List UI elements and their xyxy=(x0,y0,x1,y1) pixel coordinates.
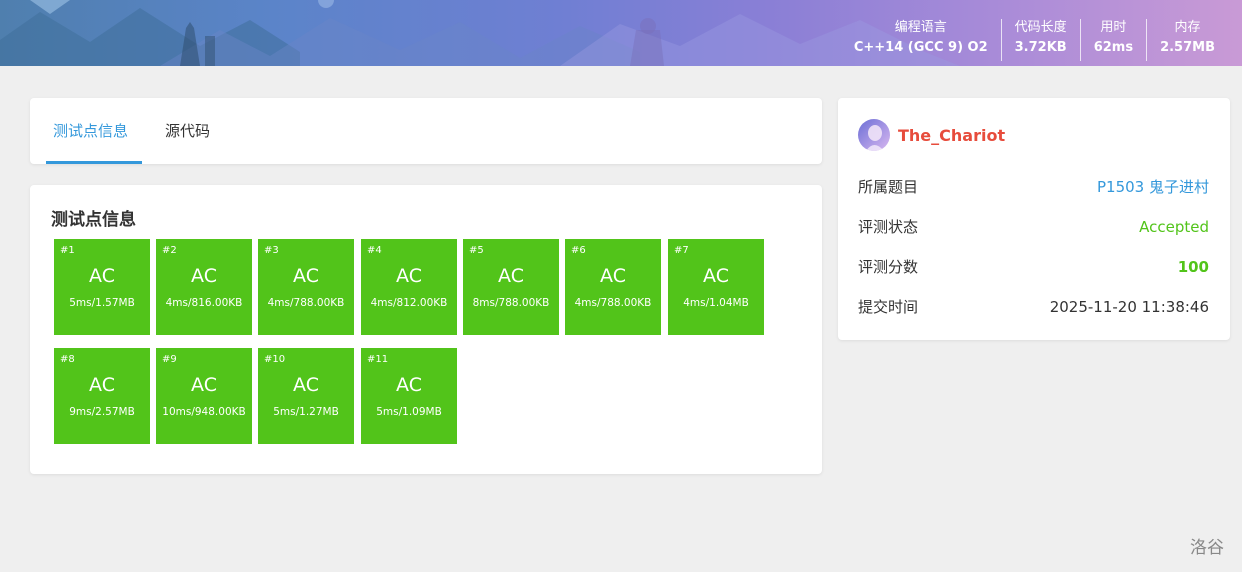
stat-time: 用时 62ms xyxy=(1079,19,1146,61)
brand-logo-text: 洛谷 xyxy=(1190,538,1224,558)
test-case-result: 5ms/1.09MB xyxy=(376,406,442,418)
stat-label: 用时 xyxy=(1100,20,1127,35)
test-case-tile[interactable]: #9 AC 10ms/948.00KB xyxy=(156,348,252,444)
test-case-index: #2 xyxy=(162,245,177,256)
info-key: 所属题目 xyxy=(858,178,919,196)
test-case-status: AC xyxy=(293,374,319,396)
submit-time-value: 2025-11-20 11:38:46 xyxy=(1049,298,1209,316)
info-key: 评测状态 xyxy=(858,218,919,236)
score-value: 100 xyxy=(1177,258,1209,276)
test-case-result: 10ms/948.00KB xyxy=(162,406,246,418)
test-case-index: #3 xyxy=(264,245,279,256)
test-case-index: #7 xyxy=(674,245,689,256)
avatar-image xyxy=(858,119,890,151)
username-link[interactable]: The_Chariot xyxy=(898,126,1005,145)
test-case-result: 5ms/1.27MB xyxy=(273,406,339,418)
stat-label: 内存 xyxy=(1174,20,1201,35)
test-case-tile[interactable]: #5 AC 8ms/788.00KB xyxy=(463,239,559,335)
test-case-status: AC xyxy=(89,265,115,287)
test-case-result: 4ms/1.04MB xyxy=(683,297,749,309)
test-case-tile[interactable]: #10 AC 5ms/1.27MB xyxy=(258,348,354,444)
info-row-submit-time: 提交时间 2025-11-20 11:38:46 xyxy=(858,295,1209,319)
test-case-result: 5ms/1.57MB xyxy=(69,297,135,309)
test-case-index: #8 xyxy=(60,354,75,365)
info-row-score: 评测分数 100 xyxy=(858,255,1209,279)
test-case-index: #11 xyxy=(367,354,389,365)
test-case-index: #9 xyxy=(162,354,177,365)
stat-label: 代码长度 xyxy=(1014,20,1067,35)
test-case-tile[interactable]: #6 AC 4ms/788.00KB xyxy=(565,239,661,335)
test-case-tile[interactable]: #1 AC 5ms/1.57MB xyxy=(54,239,150,335)
test-case-status: AC xyxy=(191,265,217,287)
tabs-card: 测试点信息 源代码 xyxy=(30,98,822,164)
info-row-problem: 所属题目 P1503 鬼子进村 xyxy=(858,175,1209,199)
test-case-result: 9ms/2.57MB xyxy=(69,406,135,418)
stat-label: 编程语言 xyxy=(894,20,947,35)
test-case-status: AC xyxy=(498,265,524,287)
tab-source-code[interactable]: 源代码 xyxy=(165,98,210,164)
info-key: 评测分数 xyxy=(858,258,919,276)
test-case-index: #10 xyxy=(264,354,286,365)
stat-value: C++14 (GCC 9) O2 xyxy=(853,40,988,55)
test-case-result: 8ms/788.00KB xyxy=(472,297,550,309)
test-case-tile[interactable]: #2 AC 4ms/816.00KB xyxy=(156,239,252,335)
test-case-tile[interactable]: #11 AC 5ms/1.09MB xyxy=(361,348,457,444)
test-case-status: AC xyxy=(600,265,626,287)
stat-code-length: 代码长度 3.72KB xyxy=(1000,19,1080,61)
submission-info-card: The_Chariot 所属题目 P1503 鬼子进村 评测状态 Accepte… xyxy=(838,98,1230,340)
info-key: 提交时间 xyxy=(858,298,919,316)
test-case-tile[interactable]: #3 AC 4ms/788.00KB xyxy=(258,239,354,335)
test-case-status: AC xyxy=(191,374,217,396)
test-case-status: AC xyxy=(396,265,422,287)
test-case-result: 4ms/812.00KB xyxy=(370,297,448,309)
test-case-status: AC xyxy=(89,374,115,396)
test-case-index: #1 xyxy=(60,245,75,256)
submission-stats: 编程语言 C++14 (GCC 9) O2 代码长度 3.72KB 用时 62m… xyxy=(841,19,1228,61)
test-case-tile[interactable]: #7 AC 4ms/1.04MB xyxy=(668,239,764,335)
stat-memory: 内存 2.57MB xyxy=(1146,19,1228,61)
test-case-status: AC xyxy=(396,374,422,396)
tab-test-info[interactable]: 测试点信息 xyxy=(53,98,128,164)
test-case-result: 4ms/816.00KB xyxy=(165,297,243,309)
test-case-index: #6 xyxy=(571,245,586,256)
test-case-tile[interactable]: #4 AC 4ms/812.00KB xyxy=(361,239,457,335)
info-row-status: 评测状态 Accepted xyxy=(858,215,1209,239)
status-value: Accepted xyxy=(1139,218,1209,236)
stat-value: 2.57MB xyxy=(1160,40,1215,55)
stat-value: 62ms xyxy=(1093,40,1134,55)
test-case-result: 4ms/788.00KB xyxy=(267,297,345,309)
test-case-index: #5 xyxy=(469,245,484,256)
test-case-status: AC xyxy=(293,265,319,287)
section-title: 测试点信息 xyxy=(51,210,136,230)
test-case-status: AC xyxy=(703,265,729,287)
header-banner: 编程语言 C++14 (GCC 9) O2 代码长度 3.72KB 用时 62m… xyxy=(0,0,1242,66)
active-tab-indicator xyxy=(46,161,142,164)
stat-value: 3.72KB xyxy=(1014,40,1067,55)
avatar[interactable] xyxy=(858,119,890,151)
test-cases-card: 测试点信息 #1 AC 5ms/1.57MB #2 AC 4ms/816.00K… xyxy=(30,185,822,474)
test-case-index: #4 xyxy=(367,245,382,256)
problem-link[interactable]: P1503 鬼子进村 xyxy=(1097,175,1209,199)
stat-language: 编程语言 C++14 (GCC 9) O2 xyxy=(841,19,1001,61)
test-case-result: 4ms/788.00KB xyxy=(574,297,652,309)
test-case-tile[interactable]: #8 AC 9ms/2.57MB xyxy=(54,348,150,444)
